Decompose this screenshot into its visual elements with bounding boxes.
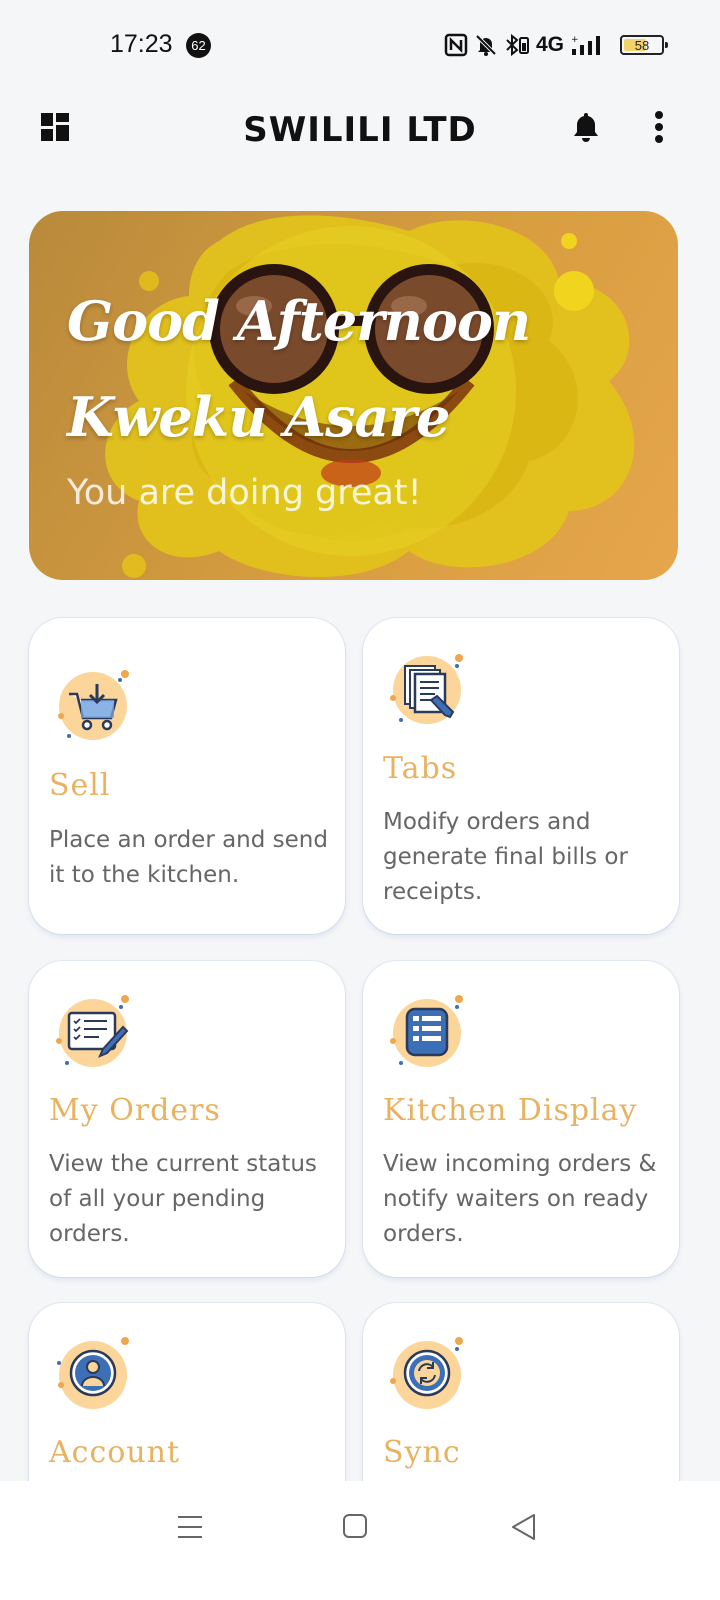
- card-description: View incoming orders & notify waiters on…: [383, 1151, 657, 1247]
- card-title: My Orders: [49, 1093, 221, 1128]
- status-time: 17:23: [110, 30, 173, 58]
- battery-level: 58: [634, 37, 650, 53]
- notification-count-badge: 62: [186, 33, 211, 58]
- card-description: View the current status of all your pend…: [49, 1151, 317, 1247]
- menu-icon[interactable]: [172, 1509, 212, 1545]
- page-title: SWILILI LTD: [243, 110, 477, 150]
- system-nav-bar: [0, 1481, 720, 1600]
- bluetooth-icon: [506, 33, 529, 57]
- user-name: Kweku Asare: [67, 385, 450, 449]
- greeting-banner: Good Afternoon Kweku Asare You are doing…: [29, 211, 678, 580]
- user-avatar-icon: [57, 1337, 129, 1409]
- svg-text:+: +: [571, 35, 579, 45]
- card-title: Kitchen Display: [383, 1093, 638, 1128]
- status-icons: 4G + 58: [444, 30, 669, 60]
- checklist-pen-icon: [56, 995, 129, 1067]
- status-bar: 17:23 62 4G + 58: [0, 0, 720, 90]
- card-title: Tabs: [383, 751, 458, 786]
- home-square-icon[interactable]: [338, 1509, 378, 1545]
- documents-pen-icon: [390, 654, 463, 724]
- bell-icon[interactable]: [571, 110, 601, 144]
- more-vertical-icon[interactable]: [654, 110, 664, 144]
- my-orders-card[interactable]: My Orders View the current status of all…: [29, 961, 345, 1277]
- card-description: Place an order and send it to the kitche…: [49, 827, 328, 888]
- card-description: Modify orders and generate final bills o…: [383, 809, 628, 905]
- back-triangle-icon[interactable]: [505, 1509, 545, 1545]
- greeting-text: Good Afternoon: [67, 289, 531, 353]
- kitchen-display-card[interactable]: Kitchen Display View incoming orders & n…: [363, 961, 679, 1277]
- card-title: Account: [49, 1435, 181, 1470]
- tabs-card[interactable]: Tabs Modify orders and generate final bi…: [363, 618, 679, 934]
- sync-icon: [390, 1337, 463, 1409]
- card-title: Sync: [383, 1435, 461, 1470]
- network-type: 4G: [536, 33, 565, 56]
- list-display-icon: [390, 995, 463, 1067]
- app-bar: SWILILI LTD: [0, 90, 720, 170]
- battery-icon: 58: [620, 35, 669, 55]
- nfc-icon: [444, 33, 468, 57]
- signal-icon: +: [571, 35, 601, 55]
- greeting-subtitle: You are doing great!: [67, 473, 422, 513]
- mute-icon: [475, 34, 497, 56]
- card-title: Sell: [49, 768, 111, 803]
- sell-card[interactable]: Sell Place an order and send it to the k…: [29, 618, 345, 934]
- cart-download-icon: [58, 670, 129, 740]
